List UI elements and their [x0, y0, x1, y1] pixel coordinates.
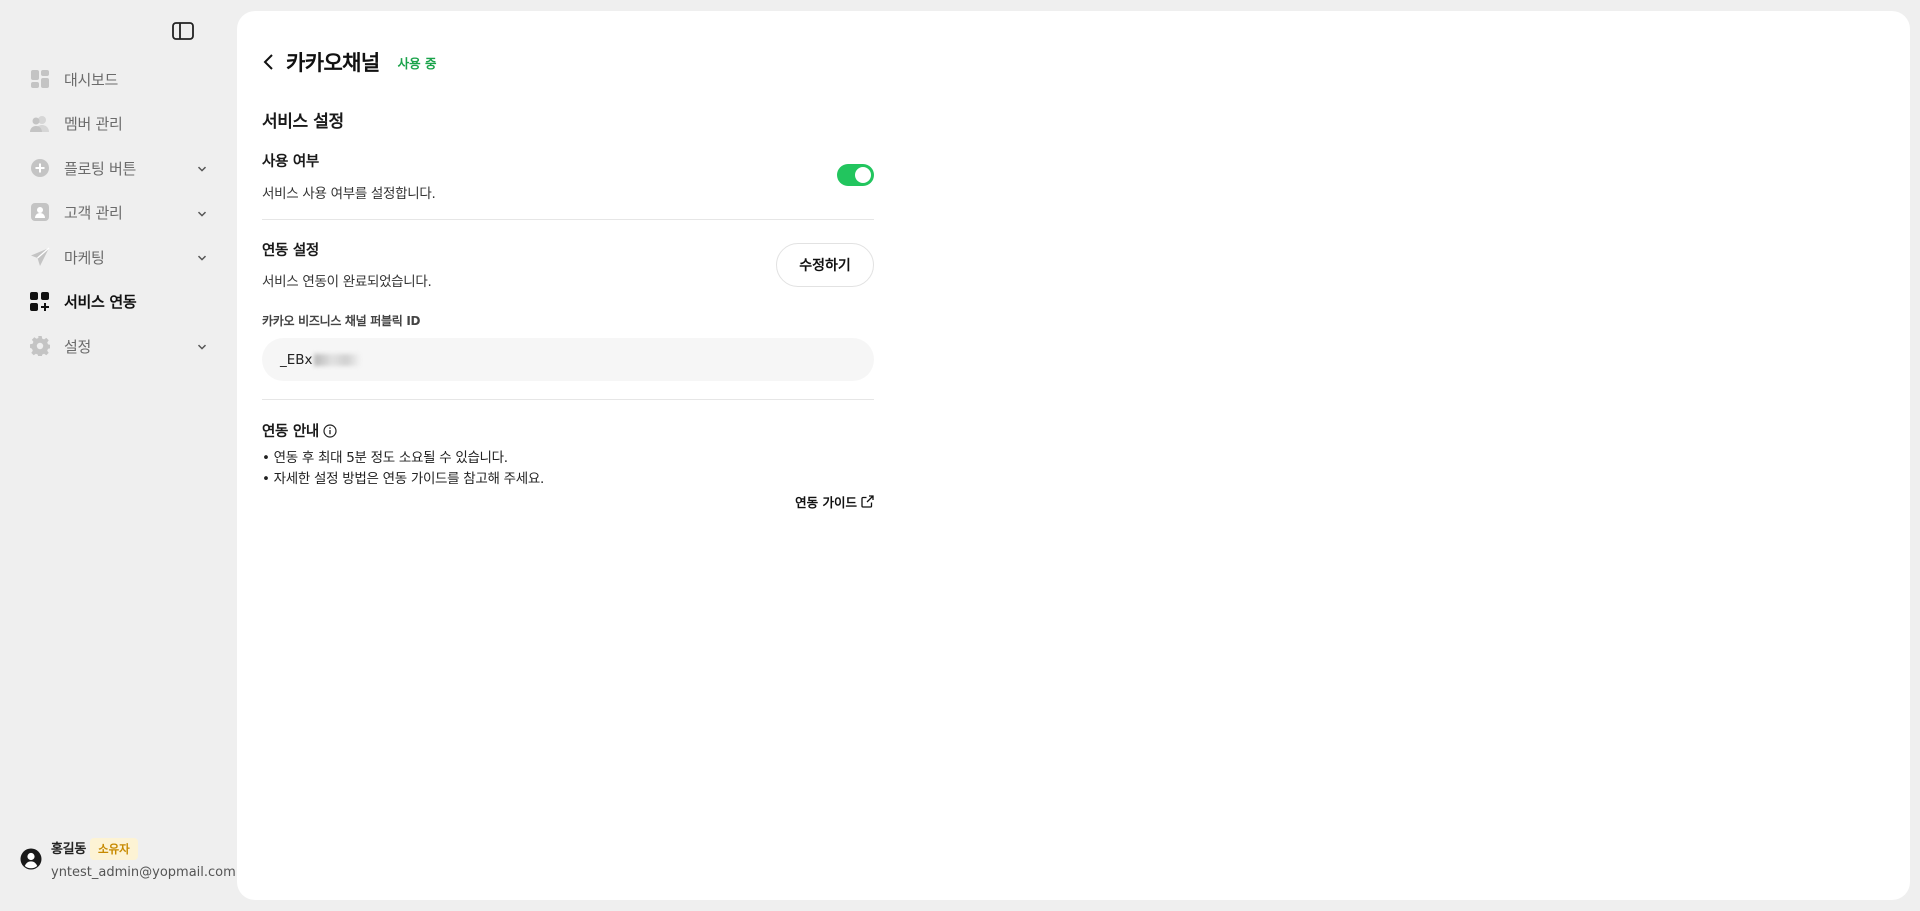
sidebar-nav: 대시보드 멤버 관리 플로팅 버튼 고객 관리 마케팅 서비스 연동 설정 — [30, 57, 210, 369]
page-header: 카카오채널 사용 중 — [262, 47, 436, 77]
guide-line: • 자세한 설정 방법은 연동 가이드를 참고해 주세요. — [262, 471, 544, 487]
public-id-label: 카카오 비즈니스 채널 퍼블릭 ID — [262, 314, 421, 328]
sidebar-item-label: 설정 — [64, 337, 92, 356]
sidebar-item-label: 플로팅 버튼 — [64, 159, 136, 178]
sidebar-item-customers[interactable]: 고객 관리 — [30, 191, 210, 236]
external-link-icon — [857, 495, 874, 508]
usage-toggle[interactable] — [837, 164, 874, 186]
sidebar-item-label: 대시보드 — [64, 70, 119, 89]
apps-add-icon — [30, 291, 50, 312]
usage-description: 서비스 사용 여부를 설정합니다. — [262, 186, 436, 202]
guide-link[interactable]: 연동 가이드 — [795, 492, 874, 511]
sidebar-toggle-icon[interactable] — [172, 22, 196, 42]
public-id-field[interactable]: _EBx — [262, 338, 874, 381]
page-title: 카카오채널 — [286, 51, 380, 75]
sidebar-item-label: 서비스 연동 — [64, 293, 137, 312]
info-icon — [323, 423, 337, 438]
section-title: 서비스 설정 — [262, 112, 344, 132]
gear-icon — [30, 336, 50, 357]
sidebar-item-floating-button[interactable]: 플로팅 버튼 — [30, 146, 210, 191]
integration-label: 연동 설정 — [262, 243, 319, 259]
dashboard-icon — [30, 69, 50, 89]
back-arrow-icon[interactable] — [262, 52, 282, 72]
sidebar-item-marketing[interactable]: 마케팅 — [30, 235, 210, 280]
sidebar-item-dashboard[interactable]: 대시보드 — [30, 57, 210, 102]
divider — [262, 399, 874, 400]
sidebar-item-members[interactable]: 멤버 관리 — [30, 102, 210, 147]
guide-list: • 연동 후 최대 5분 정도 소요될 수 있습니다. • 자세한 설정 방법은… — [262, 448, 544, 490]
chevron-down-icon[interactable] — [196, 204, 210, 218]
members-icon — [30, 114, 50, 134]
guide-heading: 연동 안내 — [262, 420, 337, 441]
integration-description: 서비스 연동이 완료되었습니다. — [262, 274, 432, 290]
toggle-knob — [855, 167, 871, 183]
chevron-down-icon[interactable] — [196, 160, 210, 174]
chevron-down-icon[interactable] — [196, 249, 210, 263]
sidebar-item-label: 마케팅 — [64, 248, 105, 267]
sidebar-item-settings[interactable]: 설정 — [30, 324, 210, 369]
user-name: 홍길동 — [51, 842, 86, 857]
main-panel: 카카오채널 사용 중 서비스 설정 사용 여부 서비스 사용 여부를 설정합니다… — [237, 11, 1910, 900]
sidebar: 대시보드 멤버 관리 플로팅 버튼 고객 관리 마케팅 서비스 연동 설정 홍길… — [0, 0, 236, 911]
sidebar-item-label: 고객 관리 — [64, 204, 123, 223]
divider — [262, 219, 874, 220]
user-email: yntest_admin@yopmail.com — [51, 865, 236, 880]
masked-value — [313, 353, 360, 366]
role-badge: 소유자 — [89, 838, 138, 860]
user-profile[interactable]: 홍길동 소유자 yntest_admin@yopmail.com — [20, 838, 236, 880]
sidebar-item-label: 멤버 관리 — [64, 115, 123, 134]
sidebar-item-service-integration[interactable]: 서비스 연동 — [30, 280, 210, 325]
chevron-down-icon[interactable] — [196, 338, 210, 352]
public-id-value: _EBx — [280, 351, 313, 368]
user-avatar-icon — [20, 848, 44, 872]
customer-icon — [30, 202, 50, 223]
edit-button[interactable]: 수정하기 — [776, 243, 874, 287]
user-info: 홍길동 소유자 yntest_admin@yopmail.com — [51, 838, 236, 880]
usage-label: 사용 여부 — [262, 154, 319, 170]
guide-label: 연동 안내 — [262, 424, 319, 440]
plus-circle-icon — [30, 158, 50, 178]
guide-link-label: 연동 가이드 — [795, 495, 857, 510]
guide-line: • 연동 후 최대 5분 정도 소요될 수 있습니다. — [262, 450, 508, 466]
paper-plane-icon — [30, 247, 50, 267]
status-badge: 사용 중 — [397, 55, 437, 71]
